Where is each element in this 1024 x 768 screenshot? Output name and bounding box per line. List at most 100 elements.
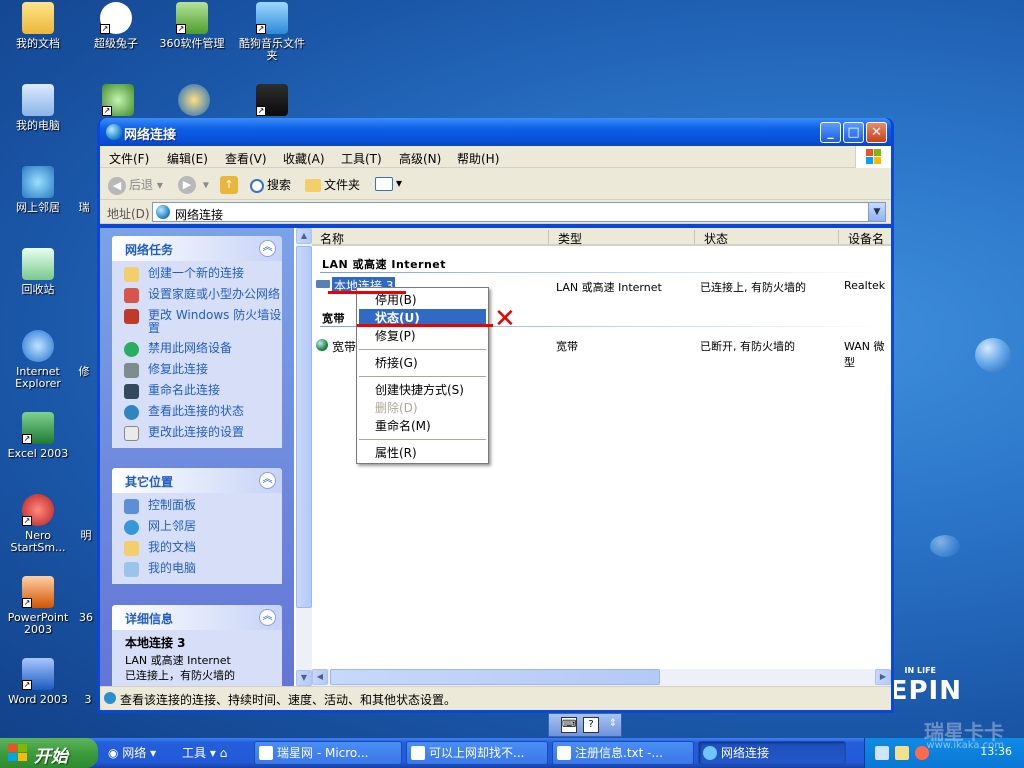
forward-button[interactable]: ▶ ▾ bbox=[178, 176, 209, 194]
desktop-icon-excel[interactable]: ↗ Excel 2003 bbox=[0, 412, 76, 460]
desktop-icon-recycle-bin[interactable]: 回收站 bbox=[0, 248, 76, 296]
horizontal-scrollbar[interactable]: ◀ ▶ bbox=[312, 669, 891, 686]
start-button[interactable]: 开始 bbox=[0, 738, 98, 768]
help-icon[interactable]: ? bbox=[583, 717, 599, 733]
water-drop-decoration bbox=[930, 535, 960, 557]
water-drop-decoration bbox=[975, 338, 1011, 372]
desktop-icon-word[interactable]: ↗ Word 2003 bbox=[0, 658, 76, 706]
collapse-chevron-icon[interactable]: ︽ bbox=[259, 472, 276, 489]
scroll-thumb[interactable] bbox=[296, 246, 312, 608]
menu-favorites[interactable]: 收藏(A) bbox=[283, 150, 325, 167]
desktop-icon-partial[interactable]: ↗ bbox=[234, 84, 310, 120]
home-network-icon bbox=[124, 288, 139, 303]
menu-bar: 文件(F) 编辑(E) 查看(V) 收藏(A) 工具(T) 高级(N) 帮助(H… bbox=[100, 146, 891, 168]
close-button[interactable]: ✕ bbox=[866, 122, 887, 143]
taskbar-item-network-connections[interactable]: 网络连接 bbox=[698, 741, 846, 765]
taskbar-item-notepad[interactable]: 注册信息.txt -... bbox=[552, 741, 694, 765]
status-globe-icon bbox=[124, 405, 139, 420]
column-device[interactable]: 设备名 bbox=[848, 230, 884, 247]
back-button[interactable]: ◀ 后退 ▾ bbox=[108, 176, 163, 195]
views-button[interactable]: ▾ bbox=[375, 176, 402, 191]
task-view-status[interactable]: 查看此连接的状态 bbox=[112, 405, 282, 420]
collapse-chevron-icon[interactable]: ︽ bbox=[259, 609, 276, 626]
place-control-panel[interactable]: 控制面板 bbox=[112, 499, 282, 514]
row-device: Realtek bbox=[844, 279, 886, 292]
menu-item-properties[interactable]: 属性(R) bbox=[359, 444, 486, 462]
search-button[interactable]: 搜索 bbox=[250, 176, 291, 193]
menu-item-bridge[interactable]: 桥接(G) bbox=[359, 354, 486, 372]
network-tasks-header[interactable]: 网络任务 ︽ bbox=[112, 236, 282, 261]
language-bar-options-icon[interactable]: ⇕ bbox=[605, 717, 621, 733]
quick-tools-toolbar[interactable]: 工具 ▾ ⌂ bbox=[182, 742, 227, 764]
desktop-icon-my-documents[interactable]: 我的文档 bbox=[0, 2, 76, 50]
task-repair-connection[interactable]: 修复此连接 bbox=[112, 363, 282, 378]
menu-item-repair[interactable]: 修复(P) bbox=[359, 327, 486, 345]
network-globe-icon bbox=[106, 124, 122, 140]
standard-toolbar: ◀ 后退 ▾ ▶ ▾ ↑ 搜索 文件夹 ▾ bbox=[100, 168, 891, 200]
place-my-computer[interactable]: 我的电脑 bbox=[112, 562, 282, 577]
settings-checklist-icon bbox=[124, 426, 139, 441]
scroll-thumb[interactable] bbox=[330, 669, 660, 685]
desktop-icon-partial[interactable]: ↗ bbox=[80, 84, 156, 120]
maximize-button[interactable]: □ bbox=[843, 122, 864, 143]
menu-help[interactable]: 帮助(H) bbox=[457, 150, 499, 167]
folders-button[interactable]: 文件夹 bbox=[305, 176, 360, 193]
notepad-icon bbox=[557, 746, 571, 760]
desktop-icon-kugou-folder[interactable]: ↗ 酷狗音乐文件夹 bbox=[234, 2, 310, 62]
scroll-left-button[interactable]: ◀ bbox=[312, 669, 328, 685]
menu-advanced[interactable]: 高级(N) bbox=[399, 150, 441, 167]
scroll-down-button[interactable]: ▼ bbox=[296, 670, 312, 686]
desktop-icon-powerpoint[interactable]: ↗ PowerPoint 2003 bbox=[0, 576, 76, 636]
other-places-header[interactable]: 其它位置 ︽ bbox=[112, 468, 282, 493]
task-create-connection[interactable]: 创建一个新的连接 bbox=[112, 267, 282, 282]
menu-view[interactable]: 查看(V) bbox=[225, 150, 267, 167]
place-network-places[interactable]: 网上邻居 bbox=[112, 520, 282, 535]
language-bar[interactable]: ⌨ ? ⇕ bbox=[548, 713, 622, 737]
desktop-icon-my-computer[interactable]: 我的电脑 bbox=[0, 84, 76, 132]
place-my-documents[interactable]: 我的文档 bbox=[112, 541, 282, 556]
back-arrow-icon: ◀ bbox=[108, 176, 126, 195]
nero-icon: ↗ bbox=[22, 494, 54, 526]
task-setup-home-network[interactable]: 设置家庭或小型办公网络 bbox=[112, 288, 282, 303]
desktop-icon-360-software[interactable]: ↗ 360软件管理 bbox=[154, 2, 230, 50]
task-change-settings[interactable]: 更改此连接的设置 bbox=[112, 426, 282, 441]
tray-mail-icon[interactable] bbox=[895, 746, 909, 760]
taskbar-item-browser[interactable]: 可以上网却找不... bbox=[406, 741, 548, 765]
menu-item-create-shortcut[interactable]: 创建快捷方式(S) bbox=[359, 381, 486, 399]
desktop-icon-network-places[interactable]: 网上邻居 bbox=[0, 166, 76, 214]
task-pane-scrollbar[interactable]: ▲ ▼ bbox=[296, 228, 312, 686]
menu-edit[interactable]: 编辑(E) bbox=[167, 150, 208, 167]
column-status[interactable]: 状态 bbox=[704, 230, 728, 247]
scroll-right-button[interactable]: ▶ bbox=[875, 669, 891, 685]
window-titlebar[interactable]: 网络连接 _ □ ✕ bbox=[100, 118, 891, 146]
menu-item-rename[interactable]: 重命名(M) bbox=[359, 417, 486, 435]
desktop-icon-super-rabbit[interactable]: ↗ 超级兔子 bbox=[78, 2, 154, 50]
desktop-partial-label: 修 bbox=[78, 365, 90, 378]
column-name[interactable]: 名称 bbox=[320, 230, 344, 247]
address-field[interactable]: 网络连接 ▼ bbox=[152, 202, 886, 222]
row-type: 宽带 bbox=[556, 340, 578, 353]
quick-network-toolbar[interactable]: ◉ 网络 ▾ bbox=[108, 742, 156, 764]
column-type[interactable]: 类型 bbox=[558, 230, 582, 247]
collapse-chevron-icon[interactable]: ︽ bbox=[259, 240, 276, 257]
keyboard-icon[interactable]: ⌨ bbox=[561, 717, 577, 733]
broadband-globe-icon bbox=[316, 339, 328, 351]
desktop-icon-internet-explorer[interactable]: Internet Explorer bbox=[0, 330, 76, 390]
disable-device-icon bbox=[124, 342, 139, 357]
details-header[interactable]: 详细信息 ︽ bbox=[112, 605, 282, 630]
scroll-up-button[interactable]: ▲ bbox=[296, 228, 312, 244]
desktop-icon-partial[interactable] bbox=[156, 84, 232, 120]
task-change-firewall[interactable]: 更改 Windows 防火墙设置 bbox=[112, 309, 282, 335]
details-connection-name: 本地连接 3 bbox=[125, 636, 186, 650]
address-dropdown-button[interactable]: ▼ bbox=[868, 203, 885, 221]
menu-file[interactable]: 文件(F) bbox=[109, 150, 149, 167]
task-rename-connection[interactable]: 重命名此连接 bbox=[112, 384, 282, 399]
group-broadband-title: 宽带 bbox=[322, 312, 345, 325]
minimize-button[interactable]: _ bbox=[820, 122, 841, 143]
task-disable-device[interactable]: 禁用此网络设备 bbox=[112, 342, 282, 357]
taskbar-item-rising[interactable]: 瑞星网 - Micro... bbox=[254, 741, 402, 765]
menu-tools[interactable]: 工具(T) bbox=[341, 150, 382, 167]
up-button[interactable]: ↑ bbox=[220, 176, 241, 194]
tray-network-icon[interactable] bbox=[875, 746, 889, 760]
desktop-icon-nero[interactable]: ↗ Nero StartSm... bbox=[0, 494, 76, 554]
